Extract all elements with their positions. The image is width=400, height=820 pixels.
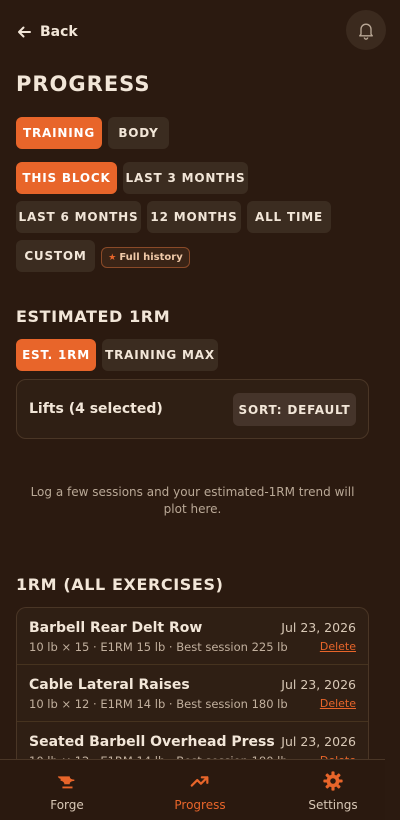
range-custom[interactable]: CUSTOM: [16, 240, 95, 272]
nav-progress[interactable]: Progress: [136, 760, 264, 820]
range-all-time[interactable]: ALL TIME: [247, 201, 331, 233]
list-item[interactable]: Barbell Rear Delt Row 10 lb × 15 · E1RM …: [17, 608, 368, 665]
exercise-name: Barbell Rear Delt Row: [29, 620, 203, 636]
exercise-meta: 10 lb × 15 · E1RM 15 lb · Best session 2…: [29, 640, 288, 654]
exercise-date: Jul 23, 2026: [281, 620, 356, 635]
list-item[interactable]: Cable Lateral Raises 10 lb × 12 · E1RM 1…: [17, 665, 368, 722]
anvil-icon: [57, 776, 75, 789]
progress-screen: Back PROGRESS TRAINING BODY THIS BLOCK L…: [0, 0, 400, 820]
tab-training-max[interactable]: TRAINING MAX: [102, 339, 218, 371]
exercise-date: Jul 23, 2026: [281, 677, 356, 692]
trend-icon: [190, 776, 209, 787]
range-last-6-months[interactable]: LAST 6 MONTHS: [16, 201, 141, 233]
sort-button[interactable]: SORT: DEFAULT: [233, 393, 356, 426]
bottom-nav: Forge Progress Settings: [0, 759, 385, 820]
exercise-name: Seated Barbell Overhead Press: [29, 734, 275, 750]
exercise-meta: 10 lb × 12 · E1RM 14 lb · Best session 1…: [29, 697, 288, 711]
nav-forge[interactable]: Forge: [3, 760, 131, 820]
lifts-label: Lifts (4 selected): [29, 401, 163, 417]
bell-icon: [359, 23, 373, 40]
full-history-label: Full history: [119, 252, 183, 263]
notifications-button[interactable]: [346, 10, 386, 50]
tab-body[interactable]: BODY: [108, 117, 169, 149]
estimated-1rm-heading: ESTIMATED 1RM: [16, 307, 171, 326]
nav-progress-label: Progress: [174, 798, 226, 812]
delete-link[interactable]: Delete: [320, 697, 356, 710]
gear-icon: [323, 771, 343, 791]
arrow-left-icon: [18, 26, 31, 38]
exercise-list: Barbell Rear Delt Row 10 lb × 15 · E1RM …: [16, 607, 369, 767]
page-title: PROGRESS: [16, 72, 151, 96]
tab-training[interactable]: TRAINING: [16, 117, 102, 149]
exercise-name: Cable Lateral Raises: [29, 677, 190, 693]
nav-settings-label: Settings: [308, 798, 358, 812]
back-label: Back: [40, 24, 78, 40]
exercise-date: Jul 23, 2026: [281, 734, 356, 749]
delete-link[interactable]: Delete: [320, 640, 356, 653]
back-button[interactable]: Back: [16, 24, 78, 40]
empty-chart-message: Log a few sessions and your estimated-1R…: [30, 485, 355, 516]
range-12-months[interactable]: 12 MONTHS: [147, 201, 241, 233]
tab-est-1rm[interactable]: EST. 1RM: [16, 339, 96, 371]
lifts-selector[interactable]: Lifts (4 selected) SORT: DEFAULT: [16, 379, 369, 439]
nav-forge-label: Forge: [50, 798, 84, 812]
range-this-block[interactable]: THIS BLOCK: [16, 162, 117, 194]
nav-settings[interactable]: Settings: [269, 760, 397, 820]
range-last-3-months[interactable]: LAST 3 MONTHS: [123, 162, 248, 194]
all-exercises-heading: 1RM (ALL EXERCISES): [16, 575, 224, 594]
full-history-badge: ★ Full history: [101, 247, 190, 268]
star-icon: ★: [108, 252, 117, 263]
